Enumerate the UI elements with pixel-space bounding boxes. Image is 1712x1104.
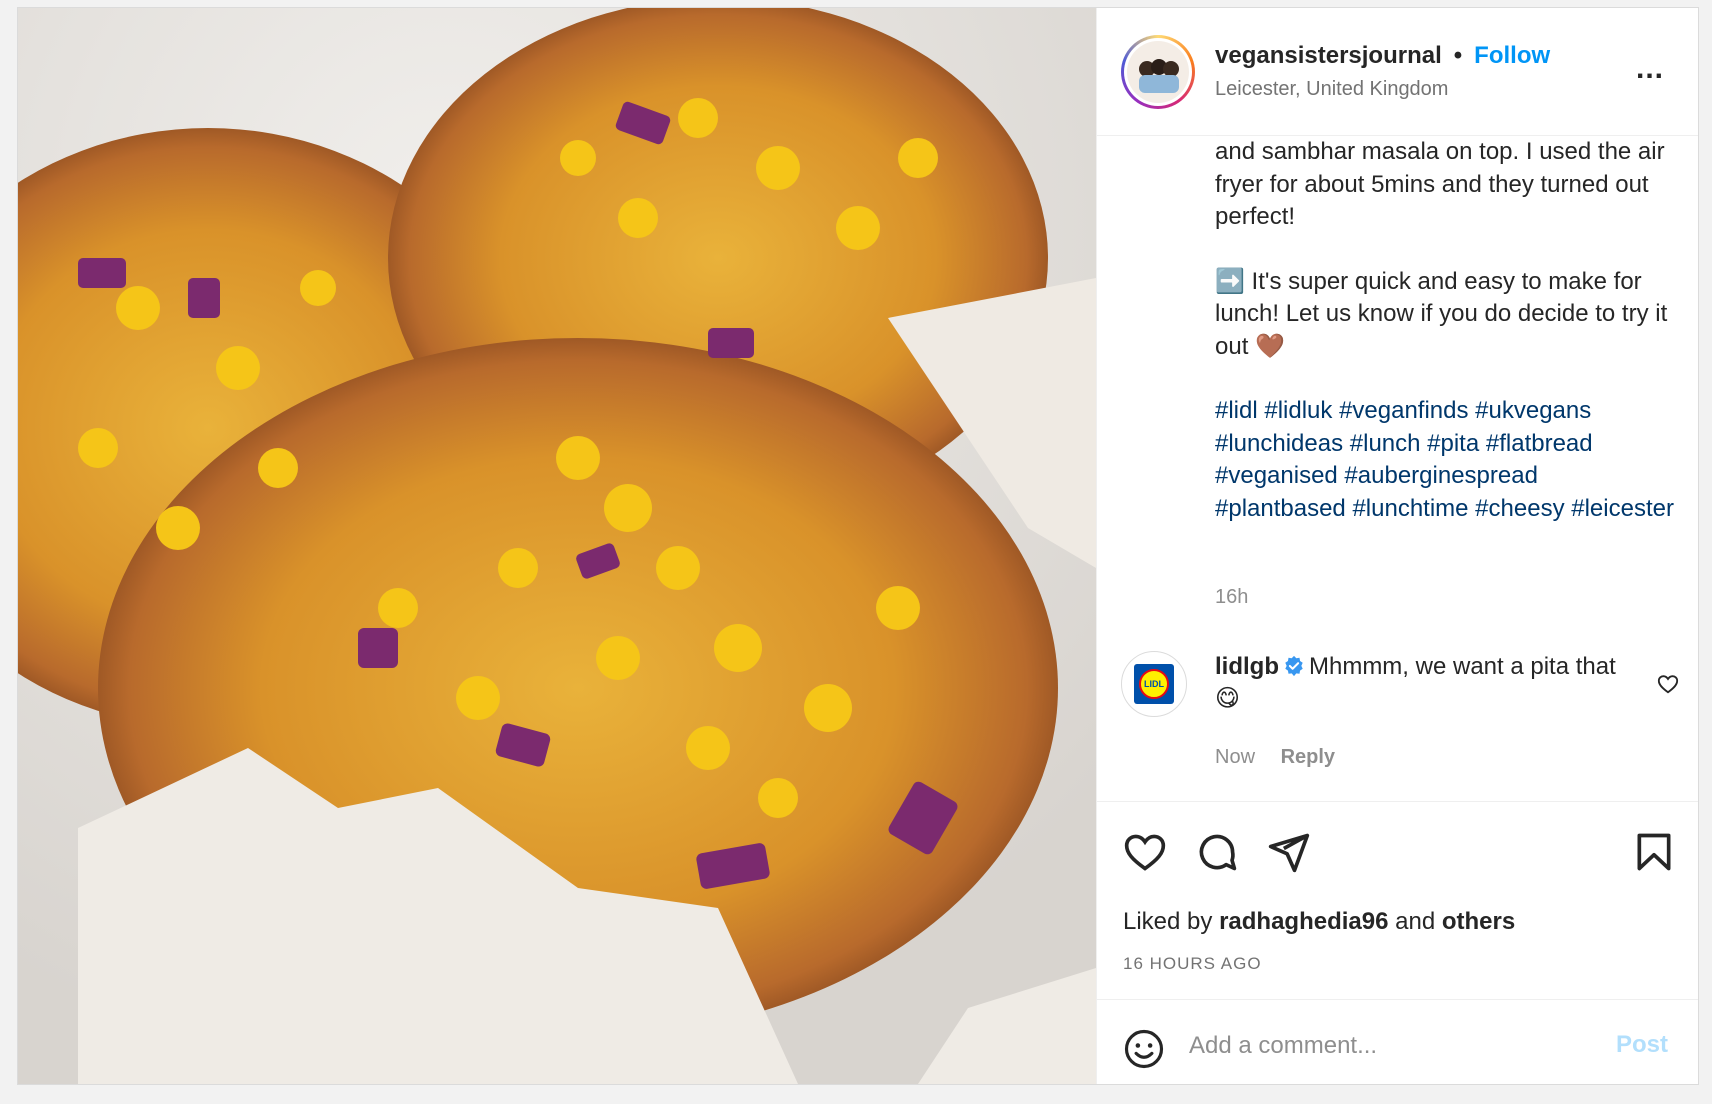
comment-time: Now xyxy=(1215,746,1256,768)
heart-icon[interactable] xyxy=(1123,830,1167,874)
commenter-avatar[interactable]: LIDL xyxy=(1121,651,1187,717)
emoji-icon[interactable] xyxy=(1123,1028,1165,1070)
caption-text-1: and sambhar masala on top. I used the ai… xyxy=(1215,138,1665,230)
add-comment-bar: Post xyxy=(1097,999,1698,1084)
follow-button[interactable]: Follow xyxy=(1474,42,1550,70)
bookmark-icon[interactable] xyxy=(1632,830,1676,874)
pita-pizza-photo xyxy=(18,8,1096,1084)
comment-like-icon[interactable] xyxy=(1657,673,1679,695)
post-photo[interactable] xyxy=(18,8,1096,1084)
comment-meta: Now Reply xyxy=(1215,746,1335,769)
comment-input[interactable] xyxy=(1189,1024,1569,1068)
author-avatar[interactable] xyxy=(1121,34,1195,109)
likes-summary: Liked by radhaghedia96 and others xyxy=(1123,908,1516,935)
author-avatar-image xyxy=(1127,40,1189,103)
lidl-logo: LIDL xyxy=(1134,664,1174,704)
post-actions: Liked by radhaghedia96 and others 16 HOU… xyxy=(1097,801,1698,999)
liked-by-user[interactable]: radhaghedia96 xyxy=(1219,908,1388,935)
post-sidebar: vegansistersjournal • Follow Leicester, … xyxy=(1096,8,1698,1084)
verified-icon xyxy=(1285,655,1303,677)
comments-section: and sambhar masala on top. I used the ai… xyxy=(1097,136,1698,801)
separator-dot: • xyxy=(1453,42,1463,69)
header-text: vegansistersjournal • Follow Leicester, … xyxy=(1215,42,1550,101)
reply-button[interactable]: Reply xyxy=(1281,746,1335,768)
post-comment-button[interactable]: Post xyxy=(1616,1031,1668,1059)
caption-timestamp[interactable]: 16h xyxy=(1215,586,1248,609)
caption-hashtags[interactable]: #lidl #lidluk #veganfinds #ukvegans #lun… xyxy=(1215,395,1675,525)
comment-icon[interactable] xyxy=(1195,830,1239,874)
commenter-username[interactable]: lidlgb xyxy=(1215,653,1279,680)
share-icon[interactable] xyxy=(1267,830,1311,874)
post-location[interactable]: Leicester, United Kingdom xyxy=(1215,78,1550,101)
more-icon[interactable]: ... xyxy=(1636,54,1664,84)
post-caption: and sambhar masala on top. I used the ai… xyxy=(1215,136,1675,525)
liked-by-others[interactable]: others xyxy=(1442,908,1515,935)
post-time-ago[interactable]: 16 HOURS AGO xyxy=(1123,954,1262,974)
instagram-post: vegansistersjournal • Follow Leicester, … xyxy=(17,7,1699,1085)
caption-text-2: ➡️ It's super quick and easy to make for… xyxy=(1215,267,1668,360)
author-username[interactable]: vegansistersjournal xyxy=(1215,42,1442,70)
post-header: vegansistersjournal • Follow Leicester, … xyxy=(1097,8,1698,136)
comment-body: lidlgb Mhmmm, we want a pita that 😋 xyxy=(1215,651,1635,715)
